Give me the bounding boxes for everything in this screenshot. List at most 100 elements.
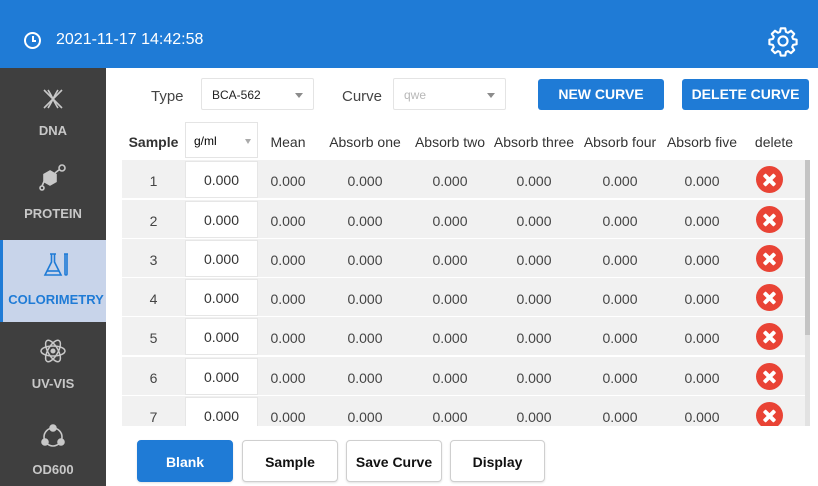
sidebar-item-label: UV-VIS (31, 376, 75, 391)
new-curve-button[interactable]: NEW CURVE (538, 79, 664, 110)
table-row: 2 0.000 0.000 0.000 0.000 0.000 0.000 (122, 200, 810, 239)
sidebar-item-label: COLORIMETRY (8, 292, 104, 307)
cells-icon (41, 424, 65, 447)
absorb-five-value: 0.000 (684, 173, 720, 189)
unit-select-value: g/ml (194, 134, 217, 148)
absorb-three-value: 0.000 (516, 213, 552, 229)
type-select-value: BCA-562 (212, 88, 261, 102)
absorb-three-value: 0.000 (516, 173, 552, 189)
sample-number: 3 (149, 252, 158, 268)
table-row: 3 0.000 0.000 0.000 0.000 0.000 0.000 (122, 239, 810, 278)
absorb-two-value: 0.000 (432, 370, 468, 386)
absorb-five-value: 0.000 (684, 213, 720, 229)
delete-curve-button[interactable]: DELETE CURVE (682, 79, 809, 110)
mean-value: 0.000 (270, 330, 306, 346)
clock-icon (24, 32, 41, 49)
sidebar-item-label: PROTEIN (24, 206, 82, 221)
mean-value: 0.000 (270, 252, 306, 268)
concentration-input[interactable] (185, 240, 258, 277)
mean-value: 0.000 (270, 213, 306, 229)
absorb-two-value: 0.000 (432, 330, 468, 346)
absorb-two-value: 0.000 (432, 173, 468, 189)
save-curve-button[interactable]: Save Curve (346, 440, 442, 482)
type-select[interactable]: BCA-562 (201, 78, 314, 110)
sample-number: 7 (149, 409, 158, 425)
sidebar-item-colorimetry[interactable]: COLORIMETRY (0, 240, 106, 322)
top-bar: 2021-11-17 14:42:58 (0, 0, 818, 68)
absorb-two-value: 0.000 (432, 409, 468, 425)
sidebar-item-protein[interactable]: PROTEIN (0, 154, 106, 236)
sample-button[interactable]: Sample (242, 440, 338, 482)
mean-value: 0.000 (270, 370, 306, 386)
concentration-input[interactable] (185, 318, 258, 355)
delete-row-icon[interactable] (756, 166, 783, 193)
sample-number: 6 (149, 370, 158, 386)
mean-value: 0.000 (270, 291, 306, 307)
mean-value: 0.000 (270, 173, 306, 189)
sample-number: 4 (149, 291, 158, 307)
flask-icon (43, 253, 68, 276)
absorb-four-value: 0.000 (602, 173, 638, 189)
absorb-four-value: 0.000 (602, 409, 638, 425)
sidebar: DNA PROTEIN COLORIMETRY UV-VIS OD600 (0, 68, 106, 486)
column-header-mean: Mean (270, 134, 306, 150)
gear-icon[interactable] (767, 25, 799, 57)
absorb-one-value: 0.000 (347, 213, 383, 229)
table-row: 5 0.000 0.000 0.000 0.000 0.000 0.000 (122, 317, 810, 356)
sample-number: 2 (149, 213, 158, 229)
absorb-five-value: 0.000 (684, 370, 720, 386)
absorb-four-value: 0.000 (602, 252, 638, 268)
delete-row-icon[interactable] (756, 245, 783, 272)
chevron-down-icon (295, 93, 303, 98)
absorb-three-value: 0.000 (516, 370, 552, 386)
column-header-absorb-four: Absorb four (583, 134, 657, 150)
absorb-five-value: 0.000 (684, 409, 720, 425)
delete-row-icon[interactable] (756, 363, 783, 390)
column-header-sample: Sample (128, 134, 179, 150)
column-header-absorb-three: Absorb three (493, 134, 575, 150)
dna-icon (43, 89, 63, 109)
absorb-one-value: 0.000 (347, 252, 383, 268)
mean-value: 0.000 (270, 409, 306, 425)
absorb-four-value: 0.000 (602, 291, 638, 307)
absorb-one-value: 0.000 (347, 173, 383, 189)
table-row: 7 0.000 0.000 0.000 0.000 0.000 0.000 (122, 396, 810, 426)
table-scrollbar-thumb[interactable] (805, 160, 810, 335)
sidebar-item-dna[interactable]: DNA (0, 68, 106, 150)
chevron-down-icon (245, 139, 251, 144)
chevron-down-icon (487, 93, 495, 98)
concentration-input[interactable] (185, 201, 258, 238)
delete-row-icon[interactable] (756, 284, 783, 311)
atom-icon (40, 339, 66, 363)
sidebar-item-uv-vis[interactable]: UV-VIS (0, 326, 106, 408)
delete-row-icon[interactable] (756, 402, 783, 426)
absorb-four-value: 0.000 (602, 370, 638, 386)
sample-number: 1 (149, 173, 158, 189)
absorb-four-value: 0.000 (602, 213, 638, 229)
sidebar-item-label: DNA (38, 123, 68, 138)
absorb-one-value: 0.000 (347, 409, 383, 425)
absorb-one-value: 0.000 (347, 330, 383, 346)
absorb-three-value: 0.000 (516, 291, 552, 307)
absorb-two-value: 0.000 (432, 252, 468, 268)
concentration-input[interactable] (185, 397, 258, 426)
concentration-input[interactable] (185, 279, 258, 316)
unit-select[interactable]: g/ml (185, 122, 258, 158)
absorb-three-value: 0.000 (516, 330, 552, 346)
delete-row-icon[interactable] (756, 323, 783, 350)
absorb-two-value: 0.000 (432, 213, 468, 229)
concentration-input[interactable] (185, 161, 258, 198)
absorb-five-value: 0.000 (684, 252, 720, 268)
blank-button[interactable]: Blank (137, 440, 233, 482)
curve-select-value: qwe (404, 88, 427, 102)
display-curve-button[interactable]: Display Curve (450, 440, 545, 482)
sample-number: 5 (149, 330, 158, 346)
curve-label: Curve (342, 88, 383, 105)
table-row: 1 0.000 0.000 0.000 0.000 0.000 0.000 (122, 160, 810, 199)
absorb-three-value: 0.000 (516, 252, 552, 268)
curve-select[interactable]: qwe (393, 78, 506, 110)
sidebar-item-od600[interactable]: OD600 (0, 412, 106, 486)
concentration-input[interactable] (185, 358, 258, 395)
molecule-icon (39, 164, 66, 191)
delete-row-icon[interactable] (756, 206, 783, 233)
